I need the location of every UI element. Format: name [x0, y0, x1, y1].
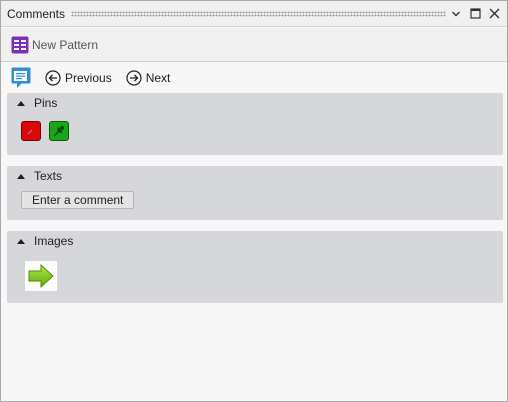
collapse-triangle-icon [17, 100, 25, 106]
green-arrow-icon [28, 263, 54, 289]
maximize-icon [469, 8, 481, 19]
window-title: Comments [7, 6, 66, 21]
close-button[interactable] [485, 5, 503, 23]
previous-label: Previous [65, 71, 112, 85]
chevron-down-icon [452, 11, 460, 16]
comments-window: Comments New Pattern Previous Next Pins … [0, 0, 508, 402]
green-arrow-image[interactable] [25, 261, 57, 291]
previous-button[interactable]: Previous [45, 70, 112, 86]
navigation-row: Previous Next [1, 65, 507, 91]
arrow-right-circle-icon [126, 70, 142, 86]
texts-section: Texts Enter a comment [7, 166, 503, 220]
next-button[interactable]: Next [126, 70, 171, 86]
texts-section-title: Texts [34, 169, 63, 183]
images-section-title: Images [34, 234, 74, 248]
arrow-left-circle-icon [45, 70, 61, 86]
new-pattern-label: New Pattern [32, 37, 99, 52]
images-section-header[interactable]: Images [7, 231, 503, 251]
pins-section: Pins [7, 93, 503, 155]
pins-section-header[interactable]: Pins [7, 93, 503, 113]
next-label: Next [145, 71, 171, 85]
comment-button[interactable] [11, 67, 31, 89]
title-bar: Comments [1, 1, 507, 27]
speech-bubble-icon [11, 67, 31, 88]
enter-comment-button[interactable]: Enter a comment [21, 191, 135, 209]
title-grip[interactable] [71, 11, 446, 17]
images-section: Images [7, 231, 503, 303]
pins-section-title: Pins [34, 96, 58, 110]
collapse-triangle-icon [17, 238, 25, 244]
red-pin-icon [27, 129, 33, 135]
red-pin-button[interactable] [21, 121, 41, 141]
green-pin-button[interactable] [49, 121, 69, 141]
texts-section-header[interactable]: Texts [7, 166, 503, 186]
dropdown-button[interactable] [447, 5, 465, 23]
close-icon [489, 8, 499, 19]
new-pattern-button[interactable]: New Pattern [11, 36, 98, 54]
green-pin-icon [53, 126, 64, 137]
pattern-grid-icon [11, 36, 29, 53]
toolbar: New Pattern [1, 28, 507, 62]
maximize-button[interactable] [466, 5, 484, 23]
collapse-triangle-icon [17, 173, 25, 179]
